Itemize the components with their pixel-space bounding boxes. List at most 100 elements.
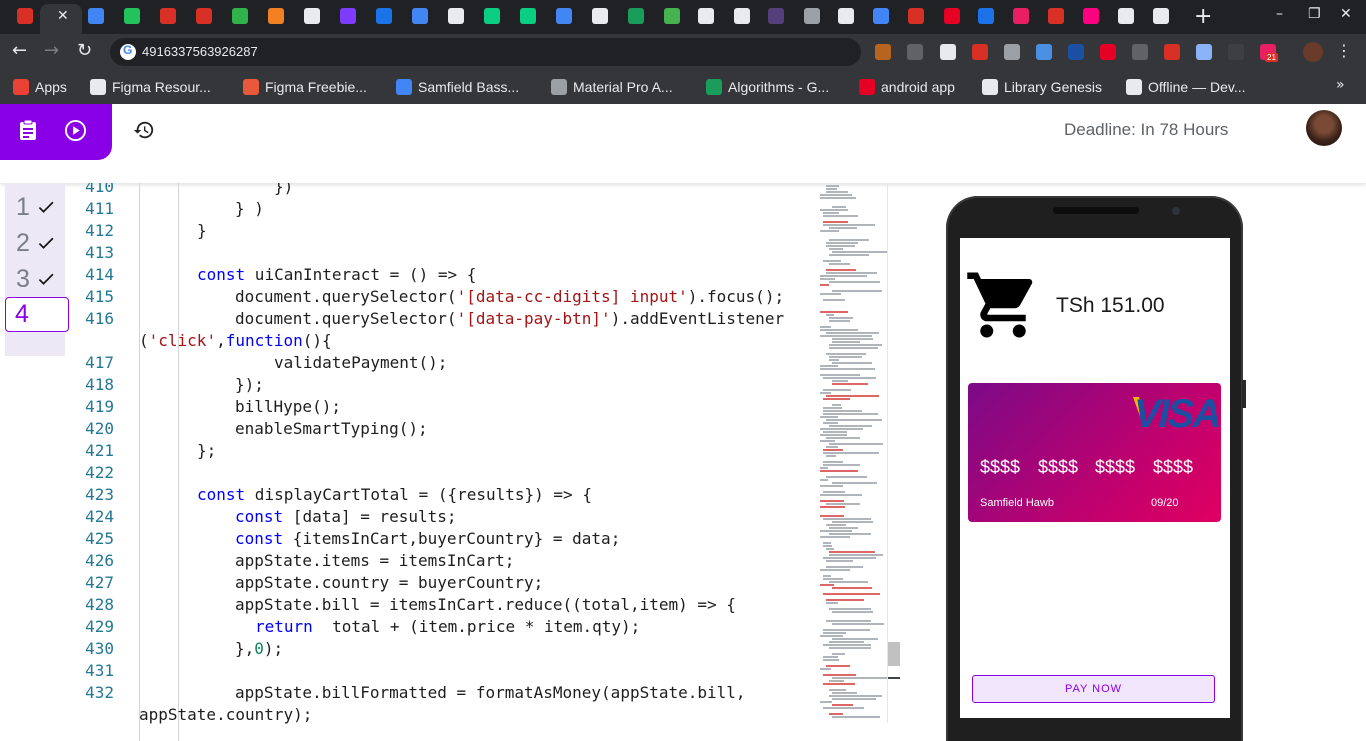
menu-icon[interactable]: ⋮ — [1336, 41, 1352, 60]
scrollbar-thumb[interactable] — [888, 642, 900, 666]
extension-icon[interactable] — [875, 44, 891, 60]
extension-icon[interactable] — [1132, 44, 1148, 60]
tab-favicon[interactable] — [340, 8, 356, 24]
bookmark-label: Library Genesis — [1004, 79, 1103, 95]
extension-icon[interactable] — [940, 44, 956, 60]
minimap-line — [823, 413, 878, 415]
bookmark-item[interactable]: Material Pro A... — [551, 77, 673, 97]
tab-favicon[interactable] — [304, 8, 320, 24]
tab-favicon[interactable] — [124, 8, 140, 24]
user-avatar[interactable] — [1306, 110, 1342, 146]
step-item[interactable]: 3 — [5, 261, 65, 297]
tab-close-icon[interactable]: ✕ — [57, 8, 69, 24]
pay-now-button[interactable]: PAY NOW — [972, 675, 1215, 703]
minimap-line — [823, 431, 847, 433]
tab-favicon[interactable] — [412, 8, 428, 24]
bookmarks-more-icon[interactable]: » — [1336, 77, 1345, 93]
tab-favicon[interactable] — [196, 8, 212, 24]
tab-favicon[interactable] — [804, 8, 820, 24]
tab-favicon[interactable] — [944, 8, 960, 24]
minimap-line — [820, 530, 852, 532]
extension-icon[interactable] — [907, 44, 923, 60]
tab-favicon[interactable] — [768, 8, 784, 24]
bookmark-item[interactable]: Apps — [13, 77, 67, 97]
tab-favicon[interactable] — [88, 8, 104, 24]
bookmark-item[interactable]: Offline — Dev... — [1126, 77, 1246, 97]
extension-icon[interactable] — [1164, 44, 1180, 60]
line-number: 414 — [85, 265, 114, 284]
bookmark-item[interactable]: android app — [859, 77, 955, 97]
minimap-line — [820, 368, 875, 370]
clipboard-icon[interactable] — [19, 119, 37, 141]
tab-favicon[interactable] — [1118, 8, 1134, 24]
extension-icon[interactable] — [1100, 44, 1116, 60]
tab-favicon[interactable] — [873, 8, 889, 24]
bookmark-item[interactable]: Library Genesis — [982, 77, 1102, 97]
bookmark-icon — [90, 79, 106, 95]
address-text[interactable]: 4916337563926287 — [142, 44, 258, 59]
minimap-line — [829, 689, 846, 691]
tab-favicon[interactable] — [17, 8, 33, 24]
extension-icon[interactable] — [1036, 44, 1052, 60]
profile-avatar[interactable] — [1303, 42, 1323, 62]
minimap-line — [826, 599, 864, 601]
code-text: },0); — [235, 639, 284, 658]
bookmark-item[interactable]: Figma Freebie... — [243, 77, 367, 97]
tab-favicon[interactable] — [1083, 8, 1099, 24]
card-digits-group[interactable]: $$$$ — [1038, 457, 1078, 478]
code-text: document.querySelector('[data-pay-btn]')… — [235, 309, 785, 328]
minimap-line — [823, 659, 839, 661]
step-item[interactable]: 2 — [5, 225, 65, 261]
tab-favicon[interactable] — [1153, 8, 1169, 24]
browser-toolbar: ← → ↻ 4916337563926287 21 ⋮ — [0, 34, 1366, 70]
tab-favicon[interactable] — [838, 8, 854, 24]
tab-favicon[interactable] — [734, 8, 750, 24]
tab-favicon[interactable] — [448, 8, 464, 24]
reload-button[interactable]: ↻ — [77, 40, 92, 61]
minimap-line — [832, 383, 868, 385]
code-minimap[interactable] — [816, 183, 888, 723]
tab-favicon[interactable] — [520, 8, 536, 24]
minimap-line — [823, 542, 831, 544]
code-editor[interactable]: 410}) 411} ) 412} 413 414 const uiCanInteract… — [74, 183, 901, 741]
tab-favicon[interactable] — [268, 8, 284, 24]
tab-favicon[interactable] — [484, 8, 500, 24]
new-tab-button[interactable]: + — [1194, 4, 1212, 29]
tab-favicon[interactable] — [1013, 8, 1029, 24]
play-icon[interactable] — [64, 119, 87, 142]
history-icon[interactable] — [133, 119, 155, 141]
extension-icon[interactable] — [1228, 44, 1244, 60]
tab-favicon[interactable] — [908, 8, 924, 24]
extension-icon[interactable] — [1004, 44, 1020, 60]
tab-favicon[interactable] — [160, 8, 176, 24]
tab-favicon[interactable] — [1048, 8, 1064, 24]
extension-icon[interactable] — [972, 44, 988, 60]
line-number: 420 — [85, 419, 114, 438]
minimize-button[interactable]: – — [1276, 6, 1283, 22]
tab-favicon[interactable] — [698, 8, 714, 24]
bookmark-item[interactable]: Algorithms - G... — [706, 77, 829, 97]
extension-icon[interactable] — [1196, 44, 1212, 60]
card-digits-group[interactable]: $$$$ — [1095, 457, 1135, 478]
code-line: 417 validatePayment(); — [74, 352, 884, 374]
bookmark-item[interactable]: Figma Resour... — [90, 77, 211, 97]
minimap-line — [826, 188, 837, 190]
step-item[interactable]: 4 — [5, 297, 69, 332]
tab-favicon[interactable] — [592, 8, 608, 24]
step-item[interactable]: 1 — [5, 189, 65, 225]
maximize-button[interactable]: ❐ — [1308, 6, 1321, 22]
back-button[interactable]: ← — [12, 40, 27, 61]
tab-favicon[interactable] — [628, 8, 644, 24]
close-window-button[interactable]: ✕ — [1340, 6, 1352, 22]
forward-button[interactable]: → — [44, 40, 59, 61]
tab-favicon[interactable] — [232, 8, 248, 24]
tab-favicon[interactable] — [978, 8, 994, 24]
tab-favicon[interactable] — [556, 8, 572, 24]
card-digits-group[interactable]: $$$$ — [1153, 457, 1193, 478]
tab-favicon[interactable] — [664, 8, 680, 24]
address-bar[interactable]: 4916337563926287 — [110, 38, 861, 66]
tab-favicon[interactable] — [376, 8, 392, 24]
card-digits-group[interactable]: $$$$ — [980, 457, 1020, 478]
bookmark-item[interactable]: Samfield Bass... — [396, 77, 519, 97]
extension-icon[interactable] — [1068, 44, 1084, 60]
